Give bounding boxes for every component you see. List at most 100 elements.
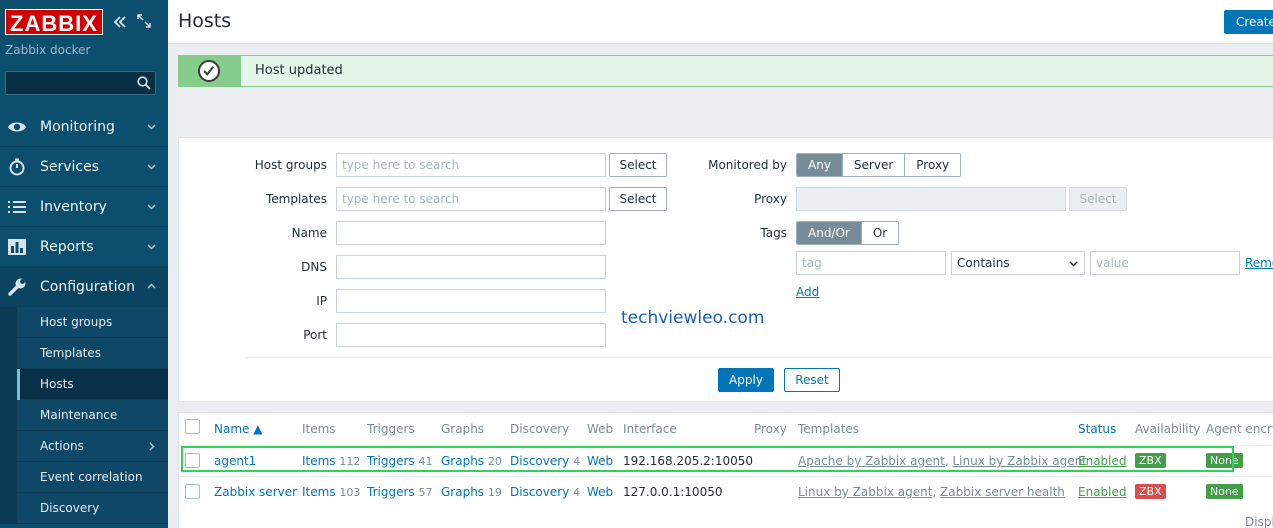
main-menu: Monitoring Services Inventory Reports Co… [0,107,168,524]
graphs-cell: Graphs 19 [441,485,502,499]
message-text: Host updated [255,63,343,78]
message-icon-area [179,56,241,86]
submenu-item-event-correlation[interactable]: Event correlation [17,462,168,493]
column-header-web: Web [587,422,614,436]
items-count: 103 [339,486,361,499]
graphs-count: 19 [487,486,502,499]
menu-item-inventory[interactable]: Inventory [0,187,168,227]
menu-label: Monitoring [40,118,115,135]
menu-label: Reports [40,238,94,255]
submenu-item-actions[interactable]: Actions [17,431,168,462]
discovery-count: 4 [573,486,581,499]
success-message: Host updated [178,55,1273,87]
zbx-availability-badge: ZBX [1135,484,1166,499]
ip-input[interactable] [336,289,606,313]
menu-label: Inventory [40,198,107,215]
tags-or[interactable]: Or [860,222,899,244]
interface-cell: 127.0.0.1:10050 [623,485,723,499]
page-header: Hosts Create [168,0,1273,44]
host-name-link[interactable]: Zabbix server [214,485,297,499]
select-all-checkbox[interactable] [185,419,200,434]
zabbix-logo[interactable]: ZABBIX [5,9,103,36]
dns-label: DNS [301,260,327,274]
templates-select-button[interactable]: Select [609,187,667,211]
web-link[interactable]: Web [587,485,613,499]
template-link[interactable]: Linux by Zabbix agent [798,485,932,499]
column-header-availability: Availability [1135,422,1201,436]
submenu-label: Actions [40,439,84,453]
triggers-count: 57 [418,486,433,499]
graphs-link[interactable]: Graphs [441,485,484,499]
discovery-link[interactable]: Discovery [510,485,569,499]
chevron-down-icon [147,164,156,170]
column-header-proxy: Proxy [754,422,787,436]
tag-remove-clip: Remove [1245,256,1273,274]
kiosk-mode-icon[interactable] [137,14,151,28]
submenu-item-discovery[interactable]: Discovery [17,493,168,524]
status-toggle[interactable]: Enabled [1078,485,1127,499]
search-icon[interactable] [137,76,151,90]
collapse-sidebar-icon[interactable] [112,14,128,30]
stopwatch-icon [9,158,25,176]
monitored-by-proxy[interactable]: Proxy [904,154,961,176]
submenu-item-maintenance[interactable]: Maintenance [17,400,168,431]
template-link[interactable]: Zabbix server health [940,485,1065,499]
menu-item-services[interactable]: Services [0,147,168,187]
tag-remove-link[interactable]: Remove [1245,256,1273,270]
chevron-up-icon [147,283,156,289]
column-header-discovery: Discovery [510,422,570,436]
dns-input[interactable] [336,255,606,279]
host-groups-label: Host groups [254,158,327,172]
tags-and-or[interactable]: And/Or [797,222,861,244]
row-highlight-box [181,446,1234,472]
menu-item-reports[interactable]: Reports [0,227,168,267]
host-groups-select-button[interactable]: Select [609,153,667,177]
proxy-select-button: Select [1069,187,1127,211]
proxy-input [796,187,1066,211]
proxy-label: Proxy [754,192,787,206]
sidebar-search-input[interactable] [5,71,156,95]
availability-cell: ZBX [1135,484,1166,499]
column-header-status[interactable]: Status [1078,422,1116,436]
name-input[interactable] [336,221,606,245]
tag-add-link[interactable]: Add [796,285,819,299]
monitored-by-toggle: Any Server Proxy [796,153,962,177]
column-header-graphs: Graphs [441,422,485,436]
logo-row: ZABBIX [5,9,103,36]
port-input[interactable] [336,323,606,347]
port-label: Port [303,328,327,342]
host-groups-input[interactable]: type here to search [336,153,606,177]
tags-label: Tags [760,226,787,240]
template-separator: , [932,485,941,499]
monitored-by-server[interactable]: Server [841,154,905,176]
column-header-name[interactable]: Name ▲ [214,422,262,436]
submenu-item-templates[interactable]: Templates [17,338,168,369]
tag-value-input[interactable]: value [1090,251,1240,275]
chevron-down-icon [147,244,156,250]
create-host-button[interactable]: Create [1224,10,1273,34]
menu-item-configuration[interactable]: Configuration [0,267,168,307]
watermark-text: techviewleo.com [621,308,765,328]
monitored-by-any[interactable]: Any [797,154,842,176]
reset-button[interactable]: Reset [784,368,840,392]
submenu-item-host-groups[interactable]: Host groups [17,307,168,338]
tag-input[interactable]: tag [796,251,946,275]
chevron-down-icon [147,204,156,210]
row-checkbox[interactable] [185,484,200,499]
filter-panel: Host groups type here to search Select T… [178,137,1273,402]
tags-evaltype-toggle: And/Or Or [796,221,900,245]
templates-input[interactable]: type here to search [336,187,606,211]
submenu-item-hosts[interactable]: Hosts [17,369,168,400]
ip-label: IP [316,294,327,308]
column-header-items: Items [302,422,336,436]
bar-chart-icon [8,239,26,255]
tag-operator-select[interactable]: Contains [951,251,1085,275]
discovery-cell: Discovery 4 [510,485,580,499]
triggers-link[interactable]: Triggers [367,485,415,499]
apply-button[interactable]: Apply [718,368,774,392]
items-cell: Items 103 [302,485,360,499]
server-name: Zabbix docker [5,43,91,57]
wrench-icon [8,278,26,296]
items-link[interactable]: Items [302,485,336,499]
menu-item-monitoring[interactable]: Monitoring [0,107,168,147]
